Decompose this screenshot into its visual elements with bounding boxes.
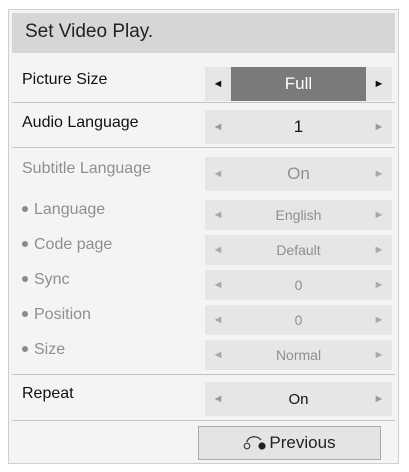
return-arrow-icon: [244, 436, 267, 450]
audio-language-value: 1: [293, 117, 304, 136]
arrow-left-icon[interactable]: ◄: [205, 67, 231, 101]
arrow-left-icon[interactable]: ◄: [205, 382, 231, 416]
arrow-left-icon[interactable]: ◄: [205, 340, 231, 370]
sync-label: Sync: [22, 271, 70, 289]
language-value: English: [275, 207, 322, 223]
arrow-left-icon[interactable]: ◄: [205, 110, 231, 144]
sync-value: 0: [294, 277, 303, 293]
arrow-left-icon[interactable]: ◄: [205, 235, 231, 265]
code-page-label-text: Code page: [34, 236, 113, 253]
language-label: Language: [22, 201, 105, 219]
arrow-right-icon[interactable]: ►: [366, 270, 392, 300]
sync-label-text: Sync: [34, 271, 70, 288]
bullet-icon: [22, 275, 28, 282]
size-row: Size ◄ Normal ►: [9, 336, 400, 376]
position-value: 0: [294, 312, 303, 328]
repeat-row: Repeat ◄ On ►: [9, 377, 400, 417]
repeat-label: Repeat: [22, 385, 74, 402]
arrow-left-icon[interactable]: ◄: [205, 200, 231, 230]
language-row: Language ◄ English ►: [9, 196, 400, 236]
repeat-value: On: [288, 390, 309, 408]
code-page-label: Code page: [22, 236, 112, 254]
audio-language-label: Audio Language: [22, 114, 139, 131]
bullet-icon: [22, 240, 28, 247]
picture-size-row: Picture Size ◄ Full ►: [9, 62, 400, 102]
video-play-settings-panel: Set Video Play. Picture Size ◄ Full ► Au…: [8, 9, 399, 464]
bullet-icon: [22, 205, 28, 212]
position-selector[interactable]: ◄ 0 ►: [205, 305, 392, 335]
language-selector[interactable]: ◄ English ►: [205, 200, 392, 230]
subtitle-language-value: On: [287, 164, 310, 183]
arrow-left-icon[interactable]: ◄: [205, 305, 231, 335]
arrow-right-icon[interactable]: ►: [366, 340, 392, 370]
size-label-text: Size: [34, 341, 66, 358]
position-label-text: Position: [34, 306, 91, 323]
divider: [12, 374, 395, 375]
repeat-selector[interactable]: ◄ On ►: [205, 382, 392, 416]
size-selector[interactable]: ◄ Normal ►: [205, 340, 392, 370]
picture-size-label: Picture Size: [22, 71, 108, 88]
picture-size-value: Full: [231, 67, 366, 101]
code-page-selector[interactable]: ◄ Default ►: [205, 235, 392, 265]
divider: [12, 147, 395, 148]
panel-title: Set Video Play.: [25, 21, 154, 42]
size-label: Size: [22, 341, 65, 359]
position-label: Position: [22, 306, 91, 324]
previous-label: Previous: [269, 433, 336, 452]
bullet-icon: [22, 310, 28, 317]
divider: [12, 420, 395, 421]
previous-button[interactable]: Previous: [198, 426, 381, 460]
code-page-row: Code page ◄ Default ►: [9, 231, 400, 271]
arrow-right-icon[interactable]: ►: [366, 382, 392, 416]
sync-selector[interactable]: ◄ 0 ►: [205, 270, 392, 300]
code-page-value: Default: [276, 242, 321, 258]
sync-row: Sync ◄ 0 ►: [9, 266, 400, 306]
subtitle-language-row: Subtitle Language ◄ On ►: [9, 152, 400, 192]
position-row: Position ◄ 0 ►: [9, 301, 400, 341]
arrow-right-icon[interactable]: ►: [366, 235, 392, 265]
size-value: Normal: [275, 347, 322, 363]
bullet-icon: [22, 345, 28, 352]
picture-size-selector[interactable]: ◄ Full ►: [205, 67, 392, 101]
arrow-right-icon[interactable]: ►: [366, 110, 392, 144]
subtitle-language-label: Subtitle Language: [22, 160, 151, 177]
arrow-left-icon[interactable]: ◄: [205, 270, 231, 300]
arrow-right-icon[interactable]: ►: [366, 305, 392, 335]
arrow-left-icon[interactable]: ◄: [205, 157, 231, 191]
audio-language-row: Audio Language ◄ 1 ►: [9, 104, 400, 144]
subtitle-language-selector[interactable]: ◄ On ►: [205, 157, 392, 191]
audio-language-selector[interactable]: ◄ 1 ►: [205, 110, 392, 144]
arrow-right-icon[interactable]: ►: [366, 67, 392, 101]
arrow-right-icon[interactable]: ►: [366, 157, 392, 191]
language-label-text: Language: [34, 201, 106, 218]
title-bar: Set Video Play.: [12, 13, 395, 53]
arrow-right-icon[interactable]: ►: [366, 200, 392, 230]
divider: [12, 102, 395, 103]
